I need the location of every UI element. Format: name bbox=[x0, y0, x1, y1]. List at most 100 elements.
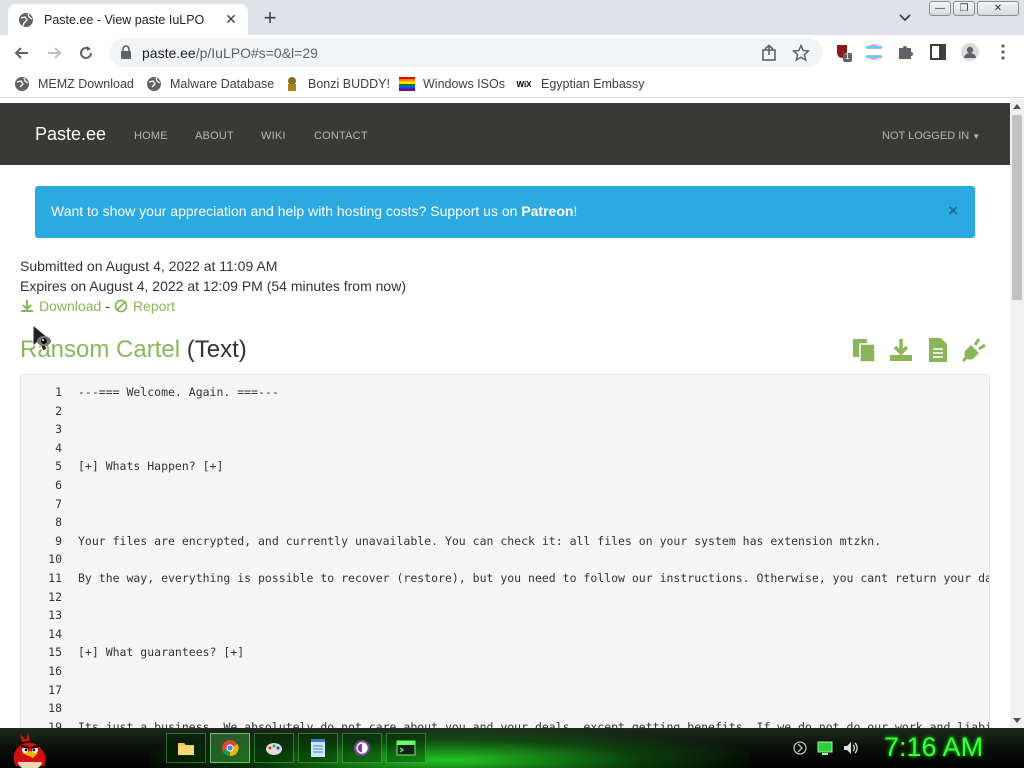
line-number: 4 bbox=[55, 440, 62, 455]
close-window-button[interactable]: ✕ bbox=[977, 1, 1019, 16]
more-menu-icon[interactable] bbox=[993, 42, 1013, 62]
tab-close-icon[interactable]: ✕ bbox=[222, 11, 240, 29]
code-line: 12 bbox=[21, 589, 989, 609]
download-link[interactable]: Download bbox=[39, 298, 101, 314]
nav-about[interactable]: ABOUT bbox=[195, 130, 234, 142]
submitted-date: Submitted on August 4, 2022 at 11:09 AM bbox=[20, 258, 278, 274]
code-line: 14 bbox=[21, 627, 989, 646]
code-viewer: 1 ---=== Welcome. Again. ===--- 2 3 4 5 [+] Wh… bbox=[20, 374, 990, 728]
patreon-link[interactable]: Patreon bbox=[521, 203, 573, 219]
globe-icon bbox=[146, 76, 162, 92]
globe-icon bbox=[19, 12, 33, 27]
line-number: 3 bbox=[55, 422, 62, 437]
browser-toolbar: paste.ee/p/IuLPO#s=0&l=29 1 bbox=[0, 35, 1024, 70]
site-brand[interactable]: Paste.ee bbox=[35, 124, 106, 145]
line-text: [+] What guarantees? [+] bbox=[78, 645, 245, 660]
line-number: 6 bbox=[55, 478, 62, 492]
taskbar-clock[interactable]: 7:16 AM bbox=[884, 732, 983, 763]
bookmark-windows-isos[interactable]: Windows ISOs bbox=[399, 75, 505, 93]
tray-volume-icon[interactable] bbox=[842, 740, 858, 756]
code-line: 7 bbox=[21, 497, 989, 516]
line-text: Its just a business. We absolutely do no… bbox=[78, 719, 990, 728]
line-text: Your files are encrypted, and currently … bbox=[78, 533, 882, 548]
code-line: 5 [+] Whats Happen? [+] bbox=[21, 459, 989, 478]
bookmark-label: Malware Database bbox=[170, 77, 275, 91]
cursor-eye-icon bbox=[32, 324, 53, 352]
code-line: 13 bbox=[21, 608, 989, 627]
plug-icon[interactable] bbox=[961, 337, 987, 363]
new-tab-button[interactable]: + bbox=[259, 7, 281, 29]
line-number: 18 bbox=[48, 701, 62, 716]
code-line: 9 Your files are encrypted, and currently… bbox=[21, 533, 989, 553]
bookmark-memz[interactable]: MEMZ Download bbox=[14, 75, 134, 93]
line-number: 9 bbox=[55, 533, 62, 548]
bookmarks-bar: MEMZ Download Malware Database Bonzi BUD… bbox=[0, 70, 1024, 98]
raw-file-icon[interactable] bbox=[925, 337, 951, 363]
nav-contact[interactable]: CONTACT bbox=[314, 130, 368, 142]
code-line: 19 Its just a business. We absolutely do … bbox=[21, 719, 990, 728]
extensions-puzzle-icon[interactable] bbox=[896, 42, 916, 62]
tray-network-icon[interactable] bbox=[792, 740, 808, 756]
alert-close-icon[interactable]: × bbox=[948, 201, 958, 221]
line-number: 15 bbox=[48, 645, 62, 660]
wix-icon: WiX bbox=[516, 79, 532, 89]
code-line: 3 bbox=[21, 422, 989, 441]
maximize-button[interactable]: ❐ bbox=[953, 1, 975, 16]
bookmark-bonzi-buddy[interactable]: Bonzi BUDDY! bbox=[284, 75, 390, 93]
extension-badge: 1 bbox=[845, 52, 850, 61]
paste-actions: Download - Report bbox=[20, 298, 175, 314]
forward-button[interactable] bbox=[43, 42, 65, 64]
line-number: 12 bbox=[48, 589, 62, 604]
bookmark-malware-database[interactable]: Malware Database bbox=[146, 75, 274, 93]
bookmark-label: Bonzi BUDDY! bbox=[308, 77, 390, 91]
report-link[interactable]: Report bbox=[133, 298, 175, 314]
taskbar-chrome[interactable] bbox=[210, 733, 250, 763]
line-text: By the way, everything is possible to re… bbox=[78, 571, 990, 585]
nav-home[interactable]: HOME bbox=[134, 130, 168, 142]
taskbar-paint[interactable] bbox=[254, 733, 294, 763]
profile-avatar-icon[interactable] bbox=[960, 42, 980, 62]
paste-type: (Text) bbox=[186, 336, 247, 363]
taskbar-tor[interactable] bbox=[342, 733, 382, 763]
code-line: 17 bbox=[21, 682, 989, 702]
taskbar-notepad[interactable] bbox=[298, 733, 338, 763]
line-number: 17 bbox=[48, 682, 62, 697]
globe-icon bbox=[14, 76, 30, 92]
download-file-icon[interactable] bbox=[888, 337, 914, 363]
taskbar-terminal[interactable] bbox=[386, 733, 426, 763]
nav-wiki[interactable]: WIKI bbox=[261, 130, 286, 142]
url-path: /p/IuLPO#s=0&l=29 bbox=[195, 45, 318, 61]
line-number: 5 bbox=[55, 459, 62, 474]
tray-display-icon[interactable] bbox=[817, 740, 833, 756]
scroll-up-icon[interactable] bbox=[1010, 99, 1024, 113]
taskbar-folder[interactable] bbox=[166, 733, 206, 763]
taskbar: 7:16 AM bbox=[0, 728, 1024, 768]
bookmark-star-icon[interactable] bbox=[792, 44, 810, 62]
shield-extension-icon[interactable]: 1 bbox=[833, 42, 853, 62]
address-bar[interactable]: paste.ee/p/IuLPO#s=0&l=29 bbox=[110, 38, 823, 67]
minimize-button[interactable]: — bbox=[929, 1, 951, 16]
share-icon[interactable] bbox=[760, 44, 778, 62]
reload-button[interactable] bbox=[75, 42, 97, 64]
account-dropdown[interactable]: NOT LOGGED IN ▼ bbox=[882, 130, 980, 142]
start-button-angry-bird-icon[interactable] bbox=[8, 728, 48, 768]
side-panel-icon[interactable] bbox=[928, 42, 948, 62]
url-host: paste.ee bbox=[142, 45, 196, 61]
page-scrollbar[interactable] bbox=[1010, 99, 1024, 728]
copy-icon[interactable] bbox=[851, 337, 877, 363]
bookmark-label: Egyptian Embassy bbox=[541, 77, 645, 91]
chevron-down-icon[interactable] bbox=[896, 8, 914, 26]
extension-flag-icon[interactable] bbox=[864, 42, 884, 62]
bookmark-egyptian-embassy[interactable]: WiX Egyptian Embassy bbox=[515, 75, 645, 93]
browser-tab[interactable]: Paste.ee - View paste IuLPO ✕ bbox=[8, 4, 248, 35]
scroll-down-icon[interactable] bbox=[1010, 714, 1024, 728]
tor-icon bbox=[354, 740, 370, 756]
scroll-thumb[interactable] bbox=[1012, 115, 1022, 300]
line-number: 11 bbox=[48, 571, 62, 585]
paint-icon bbox=[266, 743, 282, 755]
code-line: 8 bbox=[21, 515, 989, 534]
lock-icon bbox=[121, 45, 131, 59]
account-label: NOT LOGGED IN bbox=[882, 130, 970, 142]
code-line: 16 bbox=[21, 664, 989, 683]
back-button[interactable] bbox=[11, 42, 33, 64]
